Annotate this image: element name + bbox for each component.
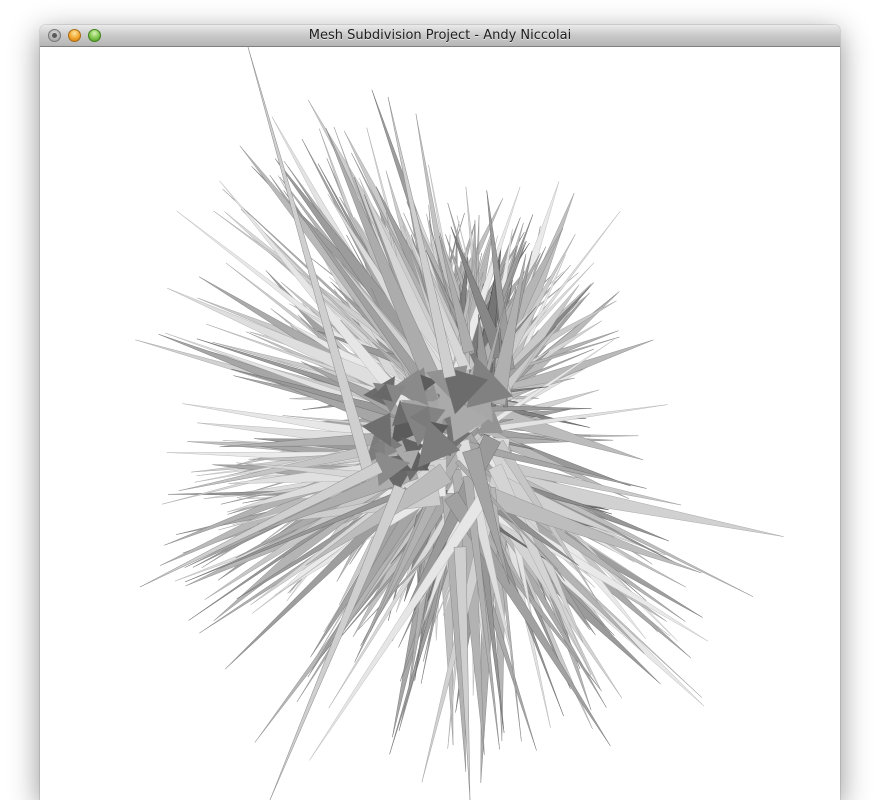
app-window: Mesh Subdivision Project - Andy Niccolai bbox=[40, 25, 840, 800]
gl-viewport[interactable] bbox=[40, 47, 840, 800]
desktop: Mesh Subdivision Project - Andy Niccolai bbox=[0, 0, 880, 800]
window-title: Mesh Subdivision Project - Andy Niccolai bbox=[308, 28, 572, 43]
title-bar[interactable]: Mesh Subdivision Project - Andy Niccolai bbox=[40, 25, 840, 47]
mesh-render bbox=[135, 47, 784, 800]
